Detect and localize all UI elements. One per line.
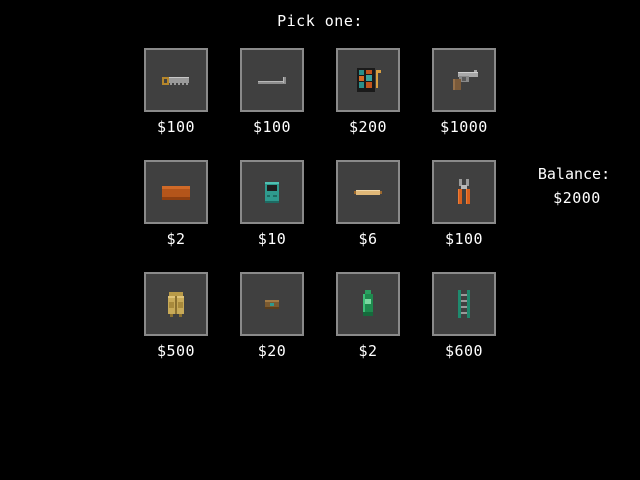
bottle-icon — [363, 290, 373, 316]
bandage-icon — [354, 190, 382, 195]
food-can-icon — [265, 300, 279, 309]
item-price: $600 — [444, 342, 484, 360]
revolver-icon — [453, 70, 478, 90]
item-tile[interactable] — [240, 48, 304, 112]
pliers-icon — [458, 179, 470, 204]
item-price: $2 — [166, 230, 186, 248]
item-tile[interactable] — [240, 160, 304, 224]
item-price: $20 — [257, 342, 287, 360]
item-tile[interactable] — [144, 272, 208, 336]
pick-one-heading: Pick one: — [277, 12, 363, 30]
item-price: $500 — [156, 342, 196, 360]
item-tile[interactable] — [432, 272, 496, 336]
item-price: $10 — [257, 230, 287, 248]
item-tile[interactable] — [240, 272, 304, 336]
item-tile[interactable] — [336, 160, 400, 224]
crowbar-icon — [258, 77, 286, 84]
item-price: $100 — [444, 230, 484, 248]
item-price: $6 — [358, 230, 378, 248]
item-tile[interactable] — [432, 48, 496, 112]
balance-value: $2000 — [553, 189, 601, 207]
saw-icon — [162, 77, 189, 85]
balance-label: Balance: — [537, 165, 611, 183]
item-tile[interactable] — [432, 160, 496, 224]
radio-icon — [265, 182, 279, 203]
item-tile[interactable] — [144, 48, 208, 112]
item-tile[interactable] — [336, 48, 400, 112]
item-tile[interactable] — [336, 272, 400, 336]
wooden-plank-icon — [162, 186, 190, 200]
item-price: $200 — [348, 118, 388, 136]
item-price: $100 — [156, 118, 196, 136]
backpack-icon — [168, 292, 184, 317]
toolkit-icon — [357, 68, 381, 92]
item-price: $1000 — [440, 118, 488, 136]
ladder-icon — [458, 290, 470, 318]
item-price: $2 — [358, 342, 378, 360]
item-price: $100 — [252, 118, 292, 136]
item-tile[interactable] — [144, 160, 208, 224]
